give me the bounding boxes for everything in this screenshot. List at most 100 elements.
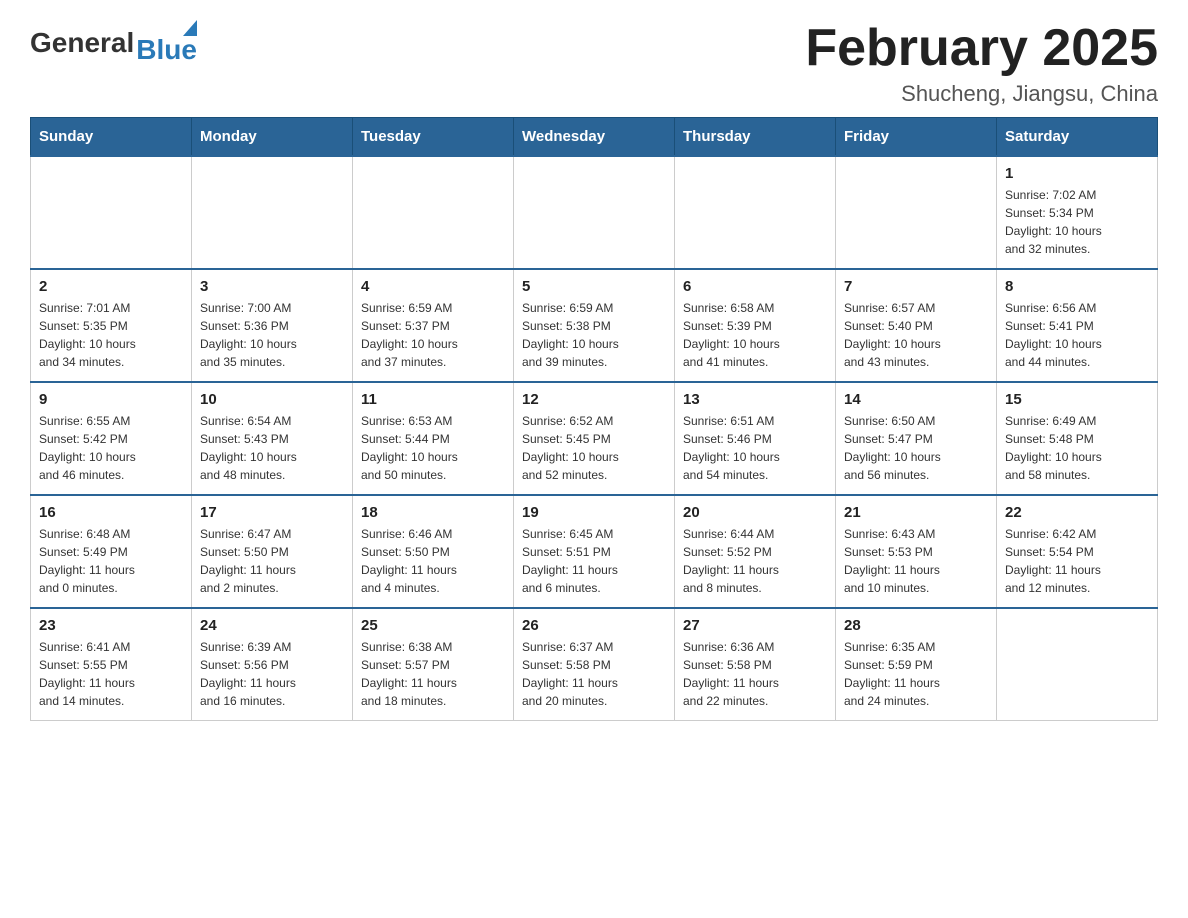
day-info: Sunrise: 6:43 AM Sunset: 5:53 PM Dayligh… <box>844 525 988 597</box>
table-row: 13 Sunrise: 6:51 AM Sunset: 5:46 PM Dayli… <box>675 382 836 495</box>
page-header: General Blue February 2025 Shucheng, Jia… <box>30 20 1158 107</box>
day-number: 4 <box>361 278 505 295</box>
table-row: 16 Sunrise: 6:48 AM Sunset: 5:49 PM Dayli… <box>31 495 192 608</box>
day-info: Sunrise: 6:51 AM Sunset: 5:46 PM Dayligh… <box>683 412 827 484</box>
table-row: 11 Sunrise: 6:53 AM Sunset: 5:44 PM Dayli… <box>353 382 514 495</box>
day-info: Sunrise: 6:52 AM Sunset: 5:45 PM Dayligh… <box>522 412 666 484</box>
day-number: 20 <box>683 504 827 521</box>
day-info: Sunrise: 6:38 AM Sunset: 5:57 PM Dayligh… <box>361 638 505 710</box>
day-number: 25 <box>361 617 505 634</box>
table-row: 5 Sunrise: 6:59 AM Sunset: 5:38 PM Daylig… <box>514 269 675 382</box>
day-info: Sunrise: 6:35 AM Sunset: 5:59 PM Dayligh… <box>844 638 988 710</box>
day-number: 11 <box>361 391 505 408</box>
day-info: Sunrise: 6:36 AM Sunset: 5:58 PM Dayligh… <box>683 638 827 710</box>
header-wednesday: Wednesday <box>514 118 675 157</box>
day-info: Sunrise: 6:46 AM Sunset: 5:50 PM Dayligh… <box>361 525 505 597</box>
day-number: 13 <box>683 391 827 408</box>
table-row: 24 Sunrise: 6:39 AM Sunset: 5:56 PM Dayli… <box>192 608 353 721</box>
day-info: Sunrise: 6:56 AM Sunset: 5:41 PM Dayligh… <box>1005 299 1149 371</box>
logo: General Blue <box>30 20 197 66</box>
table-row: 6 Sunrise: 6:58 AM Sunset: 5:39 PM Daylig… <box>675 269 836 382</box>
header-friday: Friday <box>836 118 997 157</box>
day-info: Sunrise: 6:55 AM Sunset: 5:42 PM Dayligh… <box>39 412 183 484</box>
header-tuesday: Tuesday <box>353 118 514 157</box>
table-row: 22 Sunrise: 6:42 AM Sunset: 5:54 PM Dayli… <box>997 495 1158 608</box>
header-monday: Monday <box>192 118 353 157</box>
table-row: 17 Sunrise: 6:47 AM Sunset: 5:50 PM Dayli… <box>192 495 353 608</box>
day-info: Sunrise: 6:54 AM Sunset: 5:43 PM Dayligh… <box>200 412 344 484</box>
day-number: 6 <box>683 278 827 295</box>
table-row: 26 Sunrise: 6:37 AM Sunset: 5:58 PM Dayli… <box>514 608 675 721</box>
day-info: Sunrise: 6:59 AM Sunset: 5:38 PM Dayligh… <box>522 299 666 371</box>
day-number: 9 <box>39 391 183 408</box>
table-row: 12 Sunrise: 6:52 AM Sunset: 5:45 PM Dayli… <box>514 382 675 495</box>
calendar-week-row: 23Sunrise: 6:41 AM Sunset: 5:55 PM Dayli… <box>31 608 1158 721</box>
table-row: 2 Sunrise: 7:01 AM Sunset: 5:35 PM Daylig… <box>31 269 192 382</box>
day-number: 12 <box>522 391 666 408</box>
logo-general-text: General <box>30 27 134 59</box>
day-info: Sunrise: 6:47 AM Sunset: 5:50 PM Dayligh… <box>200 525 344 597</box>
table-row: 20 Sunrise: 6:44 AM Sunset: 5:52 PM Dayli… <box>675 495 836 608</box>
day-number: 23 <box>39 617 183 634</box>
day-number: 26 <box>522 617 666 634</box>
header-thursday: Thursday <box>675 118 836 157</box>
calendar-week-row: 9 Sunrise: 6:55 AM Sunset: 5:42 PM Daylig… <box>31 382 1158 495</box>
day-number: 27 <box>683 617 827 634</box>
day-info: Sunrise: 7:00 AM Sunset: 5:36 PM Dayligh… <box>200 299 344 371</box>
day-number: 14 <box>844 391 988 408</box>
day-number: 21 <box>844 504 988 521</box>
day-number: 5 <box>522 278 666 295</box>
header-sunday: Sunday <box>31 118 192 157</box>
day-number: 15 <box>1005 391 1149 408</box>
day-number: 2 <box>39 278 183 295</box>
table-row: 18 Sunrise: 6:46 AM Sunset: 5:50 PM Dayli… <box>353 495 514 608</box>
day-info: Sunrise: 7:02 AM Sunset: 5:34 PM Dayligh… <box>1005 186 1149 258</box>
table-row: 21 Sunrise: 6:43 AM Sunset: 5:53 PM Dayli… <box>836 495 997 608</box>
table-row: 7Sunrise: 6:57 AM Sunset: 5:40 PM Daylig… <box>836 269 997 382</box>
calendar-table: Sunday Monday Tuesday Wednesday Thursday… <box>30 117 1158 721</box>
table-row <box>675 156 836 269</box>
calendar-week-row: 1 Sunrise: 7:02 AM Sunset: 5:34 PM Daylig… <box>31 156 1158 269</box>
day-number: 8 <box>1005 278 1149 295</box>
table-row: 27 Sunrise: 6:36 AM Sunset: 5:58 PM Dayli… <box>675 608 836 721</box>
table-row: 10Sunrise: 6:54 AM Sunset: 5:43 PM Dayli… <box>192 382 353 495</box>
day-number: 22 <box>1005 504 1149 521</box>
day-info: Sunrise: 6:48 AM Sunset: 5:49 PM Dayligh… <box>39 525 183 597</box>
table-row: 28 Sunrise: 6:35 AM Sunset: 5:59 PM Dayli… <box>836 608 997 721</box>
day-info: Sunrise: 6:45 AM Sunset: 5:51 PM Dayligh… <box>522 525 666 597</box>
location-subtitle: Shucheng, Jiangsu, China <box>805 81 1158 107</box>
day-info: Sunrise: 6:57 AM Sunset: 5:40 PM Dayligh… <box>844 299 988 371</box>
logo-blue-text: Blue <box>136 34 197 66</box>
table-row: 19 Sunrise: 6:45 AM Sunset: 5:51 PM Dayli… <box>514 495 675 608</box>
day-number: 19 <box>522 504 666 521</box>
weekday-header-row: Sunday Monday Tuesday Wednesday Thursday… <box>31 118 1158 157</box>
day-info: Sunrise: 6:59 AM Sunset: 5:37 PM Dayligh… <box>361 299 505 371</box>
day-number: 1 <box>1005 165 1149 182</box>
day-number: 3 <box>200 278 344 295</box>
table-row <box>31 156 192 269</box>
day-number: 28 <box>844 617 988 634</box>
day-info: Sunrise: 7:01 AM Sunset: 5:35 PM Dayligh… <box>39 299 183 371</box>
calendar-title-area: February 2025 Shucheng, Jiangsu, China <box>805 20 1158 107</box>
table-row: 15 Sunrise: 6:49 AM Sunset: 5:48 PM Dayli… <box>997 382 1158 495</box>
day-info: Sunrise: 6:42 AM Sunset: 5:54 PM Dayligh… <box>1005 525 1149 597</box>
table-row: 23Sunrise: 6:41 AM Sunset: 5:55 PM Dayli… <box>31 608 192 721</box>
day-info: Sunrise: 6:44 AM Sunset: 5:52 PM Dayligh… <box>683 525 827 597</box>
day-info: Sunrise: 6:53 AM Sunset: 5:44 PM Dayligh… <box>361 412 505 484</box>
day-number: 16 <box>39 504 183 521</box>
day-number: 24 <box>200 617 344 634</box>
table-row: 3 Sunrise: 7:00 AM Sunset: 5:36 PM Daylig… <box>192 269 353 382</box>
table-row: 1 Sunrise: 7:02 AM Sunset: 5:34 PM Daylig… <box>997 156 1158 269</box>
day-info: Sunrise: 6:37 AM Sunset: 5:58 PM Dayligh… <box>522 638 666 710</box>
logo-blue-section: Blue <box>136 20 197 66</box>
day-number: 17 <box>200 504 344 521</box>
table-row: 8 Sunrise: 6:56 AM Sunset: 5:41 PM Daylig… <box>997 269 1158 382</box>
day-number: 18 <box>361 504 505 521</box>
day-info: Sunrise: 6:39 AM Sunset: 5:56 PM Dayligh… <box>200 638 344 710</box>
day-info: Sunrise: 6:49 AM Sunset: 5:48 PM Dayligh… <box>1005 412 1149 484</box>
header-saturday: Saturday <box>997 118 1158 157</box>
day-info: Sunrise: 6:58 AM Sunset: 5:39 PM Dayligh… <box>683 299 827 371</box>
table-row <box>836 156 997 269</box>
table-row: 9 Sunrise: 6:55 AM Sunset: 5:42 PM Daylig… <box>31 382 192 495</box>
table-row: 14Sunrise: 6:50 AM Sunset: 5:47 PM Dayli… <box>836 382 997 495</box>
